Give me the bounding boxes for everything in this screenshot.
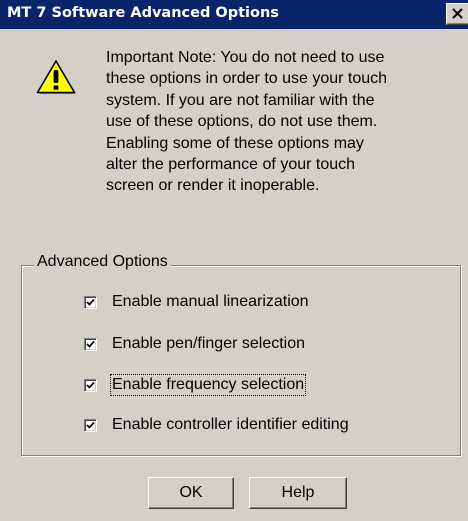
check-icon	[86, 421, 95, 429]
check-icon	[86, 298, 95, 306]
close-icon	[452, 8, 463, 19]
advanced-options-legend: Advanced Options	[34, 252, 171, 272]
title-bar[interactable]: MT 7 Software Advanced Options	[0, 0, 468, 29]
option-label: Enable controller identifier editing	[112, 416, 349, 433]
checkbox-manual-linearization[interactable]	[84, 295, 97, 309]
important-note-text: Important Note: You do not need to use t…	[106, 49, 388, 195]
option-controller-identifier-editing[interactable]: Enable controller identifier editing	[84, 414, 350, 436]
option-frequency-selection[interactable]: Enable frequency selection	[84, 374, 307, 396]
option-label: Enable manual linearization	[112, 293, 309, 310]
check-icon	[86, 381, 95, 389]
option-label: Enable frequency selection	[109, 374, 307, 396]
warning-icon	[36, 60, 76, 94]
checkbox-controller-identifier-editing[interactable]	[84, 418, 97, 432]
check-icon	[86, 340, 95, 348]
option-pen-finger-selection[interactable]: Enable pen/finger selection	[84, 333, 306, 355]
ok-button[interactable]: OK	[148, 477, 234, 509]
window-title: MT 7 Software Advanced Options	[7, 5, 279, 21]
help-button[interactable]: Help	[249, 477, 347, 509]
checkbox-pen-finger-selection[interactable]	[84, 337, 97, 351]
option-manual-linearization[interactable]: Enable manual linearization	[84, 291, 310, 313]
close-button[interactable]	[446, 3, 468, 25]
advanced-options-dialog: MT 7 Software Advanced Options Important…	[0, 0, 468, 521]
checkbox-frequency-selection[interactable]	[84, 378, 97, 392]
option-label: Enable pen/finger selection	[112, 335, 306, 352]
